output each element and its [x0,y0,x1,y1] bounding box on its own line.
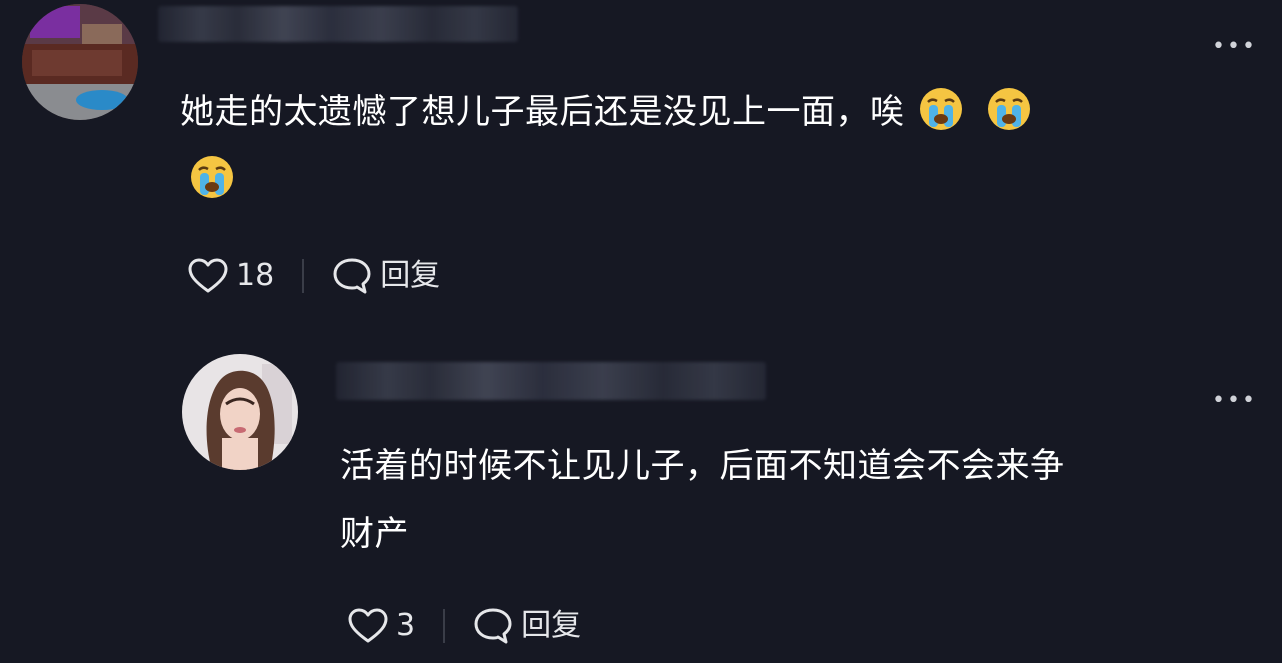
divider [443,609,446,643]
like-count: 18 [236,258,275,293]
more-options-icon[interactable]: ••• [1212,390,1257,412]
heart-icon[interactable] [188,258,228,294]
like-count: 3 [396,608,416,643]
heart-icon[interactable] [348,608,388,644]
reply-button[interactable]: 回复 [380,256,440,296]
comment-text: 活着的时候不让见儿子，后面不知道会不会来争 财产 [340,432,1240,568]
username-blurred[interactable] [158,6,518,42]
comment-actions: 18 回复 [188,256,440,296]
reply-button[interactable]: 回复 [521,606,581,646]
username-blurred[interactable] [336,362,766,400]
loudly-crying-face-icon [919,86,963,130]
speech-bubble-icon[interactable] [332,257,372,295]
loudly-crying-face-icon [190,154,234,198]
speech-bubble-icon[interactable] [473,607,513,645]
divider [302,259,305,293]
comment-actions: 3 回复 [348,606,581,646]
avatar[interactable] [22,4,138,120]
more-options-icon[interactable]: ••• [1212,36,1257,58]
comment-text-line: 活着的时候不让见儿子，后面不知道会不会来争 [340,446,1065,486]
comment-text-line2 [180,146,234,214]
comment-text-line: 财产 [340,514,409,554]
comment-text: 她走的太遗憾了想儿子最后还是没见上一面，唉 [180,78,1220,146]
comment-text-line: 她走的太遗憾了想儿子最后还是没见上一面，唉 [180,92,905,132]
avatar[interactable] [182,354,298,470]
loudly-crying-face-icon [987,86,1031,130]
